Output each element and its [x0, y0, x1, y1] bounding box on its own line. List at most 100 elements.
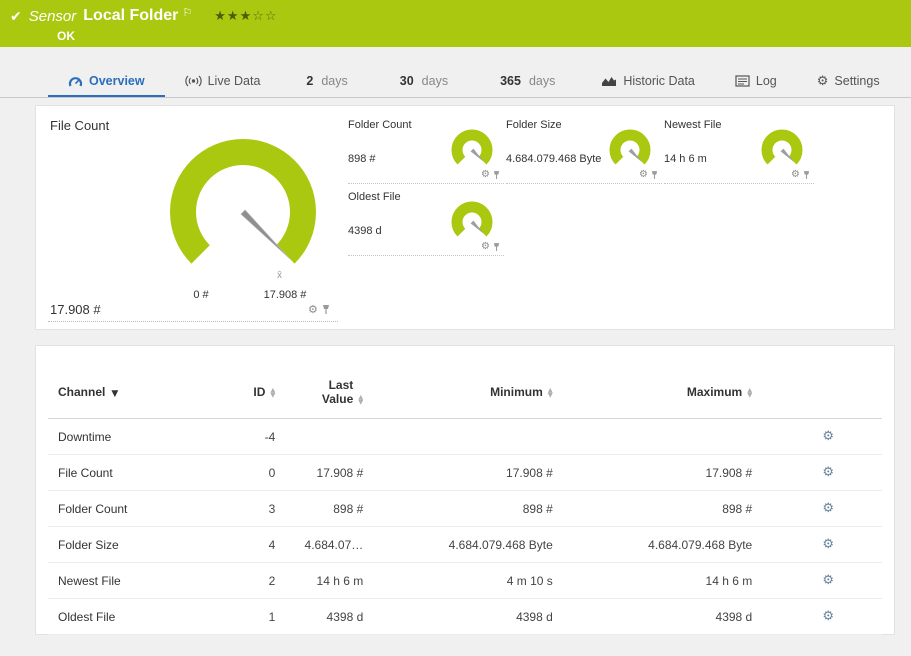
column-header-maximum[interactable]: Maximum▲▼ [557, 374, 756, 419]
channel-name[interactable]: Oldest File [48, 599, 188, 635]
primary-gauge-block: File Count x̄ 0 # 17.908 # 17.908 # ⚙ [48, 118, 338, 322]
channel-minimum: 4 m 10 s [367, 563, 557, 599]
channel-maximum: 4.684.079.468 Byte [557, 527, 756, 563]
secondary-gauges-grid: Folder Count 898 # ⚙ Folder Size 4.684.0… [348, 118, 882, 317]
column-header-id[interactable]: ID▲▼ [188, 374, 280, 419]
table-row: Oldest File 1 4398 d 4398 d 4398 d ⚙ [48, 599, 882, 635]
channel-last-value [279, 419, 367, 455]
channel-maximum: 898 # [557, 491, 756, 527]
tab-label: Settings [834, 74, 879, 88]
table-row: Downtime -4 ⚙ [48, 419, 882, 455]
channel-id: 1 [188, 599, 280, 635]
tab-label: Live Data [208, 74, 261, 88]
tab-365-days[interactable]: 365 days [474, 68, 581, 98]
live-data-icon [185, 75, 202, 87]
gauge-pin-icon[interactable] [803, 170, 810, 180]
channel-last-value: 4.684.07… [279, 527, 367, 563]
tab-day-number: 30 [400, 74, 414, 88]
gauge-average-marker: x̄ [277, 270, 282, 281]
mini-gauge-folder-count: Folder Count 898 # ⚙ [348, 118, 504, 184]
oldest-file-gauge [446, 200, 498, 242]
mini-gauge-value: 4.684.079.468 Byte [506, 153, 601, 165]
gauges-panel: File Count x̄ 0 # 17.908 # 17.908 # ⚙ Fo… [35, 105, 895, 330]
column-header-minimum[interactable]: Minimum▲▼ [367, 374, 557, 419]
table-row: Folder Count 3 898 # 898 # 898 # ⚙ [48, 491, 882, 527]
overview-gauge-icon [68, 75, 83, 88]
column-header-actions [756, 374, 882, 419]
gauge-settings-icon[interactable]: ⚙ [308, 304, 318, 315]
channel-name[interactable]: Newest File [48, 563, 188, 599]
channel-minimum: 4.684.079.468 Byte [367, 527, 557, 563]
channel-settings-icon[interactable]: ⚙ [822, 537, 834, 552]
stars-empty: ☆☆ [252, 8, 277, 23]
table-row: Newest File 2 14 h 6 m 4 m 10 s 14 h 6 m… [48, 563, 882, 599]
channel-id: 4 [188, 527, 280, 563]
channel-name[interactable]: Folder Count [48, 491, 188, 527]
tab-label: Overview [89, 74, 145, 88]
channels-table: Channel▼ ID▲▼ Last Value▲▼ Minimum▲▼ Max… [48, 374, 882, 635]
channels-panel: Channel▼ ID▲▼ Last Value▲▼ Minimum▲▼ Max… [35, 345, 895, 635]
mini-gauge-actions: ⚙ [481, 170, 500, 180]
table-header-row: Channel▼ ID▲▼ Last Value▲▼ Minimum▲▼ Max… [48, 374, 882, 419]
sort-arrows-icon: ▲▼ [747, 388, 752, 398]
mini-gauge-value: 898 # [348, 153, 376, 165]
channel-last-value: 17.908 # [279, 455, 367, 491]
sort-arrows-icon: ▲▼ [270, 388, 275, 398]
channel-maximum: 4398 d [557, 599, 756, 635]
tab-live-data[interactable]: Live Data [165, 68, 281, 98]
gauge-pin-icon[interactable] [493, 242, 500, 252]
primary-gauge-label: File Count [50, 118, 109, 133]
tab-label: days [529, 74, 555, 88]
status-badge: OK [57, 29, 901, 43]
tab-30-days[interactable]: 30 days [374, 68, 474, 98]
channel-minimum: 4398 d [367, 599, 557, 635]
channel-last-value: 898 # [279, 491, 367, 527]
gauge-pin-icon[interactable] [651, 170, 658, 180]
primary-gauge-actions: ⚙ [308, 304, 330, 315]
channel-id: 0 [188, 455, 280, 491]
tab-label: days [422, 74, 448, 88]
mini-gauge-newest-file: Newest File 14 h 6 m ⚙ [664, 118, 814, 184]
flag-icon[interactable]: ⚐ [182, 6, 192, 19]
channel-settings-icon[interactable]: ⚙ [822, 609, 834, 624]
sort-arrows-icon: ▲▼ [358, 395, 363, 405]
channel-settings-icon[interactable]: ⚙ [822, 501, 834, 516]
gauge-settings-icon[interactable]: ⚙ [639, 170, 648, 180]
tab-2-days[interactable]: 2 days [280, 68, 373, 98]
column-header-last-value[interactable]: Last Value▲▼ [279, 374, 367, 419]
channel-maximum: 14 h 6 m [557, 563, 756, 599]
log-icon [735, 75, 750, 87]
tab-label: Historic Data [623, 74, 695, 88]
channel-settings-icon[interactable]: ⚙ [822, 573, 834, 588]
gauge-pin-icon[interactable] [322, 304, 330, 315]
tab-historic-data[interactable]: Historic Data [581, 68, 715, 98]
gauge-pin-icon[interactable] [493, 170, 500, 180]
tab-log[interactable]: Log [715, 68, 797, 98]
mini-gauge-actions: ⚙ [791, 170, 810, 180]
gauge-settings-icon[interactable]: ⚙ [481, 170, 490, 180]
channel-minimum: 898 # [367, 491, 557, 527]
gauge-settings-icon[interactable]: ⚙ [481, 242, 490, 252]
channel-name[interactable]: File Count [48, 455, 188, 491]
channel-last-value: 14 h 6 m [279, 563, 367, 599]
mini-gauge-value: 4398 d [348, 225, 382, 237]
channel-settings-icon[interactable]: ⚙ [822, 465, 834, 480]
column-header-channel[interactable]: Channel▼ [48, 374, 188, 419]
channel-name[interactable]: Folder Size [48, 527, 188, 563]
priority-stars[interactable]: ★★★☆☆ [214, 8, 277, 24]
sort-arrows-icon: ▲▼ [548, 388, 553, 398]
channel-id: 2 [188, 563, 280, 599]
mini-gauge-oldest-file: Oldest File 4398 d ⚙ [348, 190, 504, 256]
channel-minimum [367, 419, 557, 455]
tab-settings[interactable]: ⚙ Settings [797, 68, 900, 98]
gauge-settings-icon[interactable]: ⚙ [791, 170, 800, 180]
sensor-title: Local Folder [83, 7, 178, 25]
tab-overview[interactable]: Overview [48, 68, 165, 98]
channel-settings-icon[interactable]: ⚙ [822, 429, 834, 444]
channel-name[interactable]: Downtime [48, 419, 188, 455]
gauge-scale-max: 17.908 # [240, 289, 330, 301]
channel-maximum: 17.908 # [557, 455, 756, 491]
tab-day-number: 2 [306, 74, 313, 88]
gauge-scale-min: 0 # [171, 289, 231, 301]
channel-minimum: 17.908 # [367, 455, 557, 491]
